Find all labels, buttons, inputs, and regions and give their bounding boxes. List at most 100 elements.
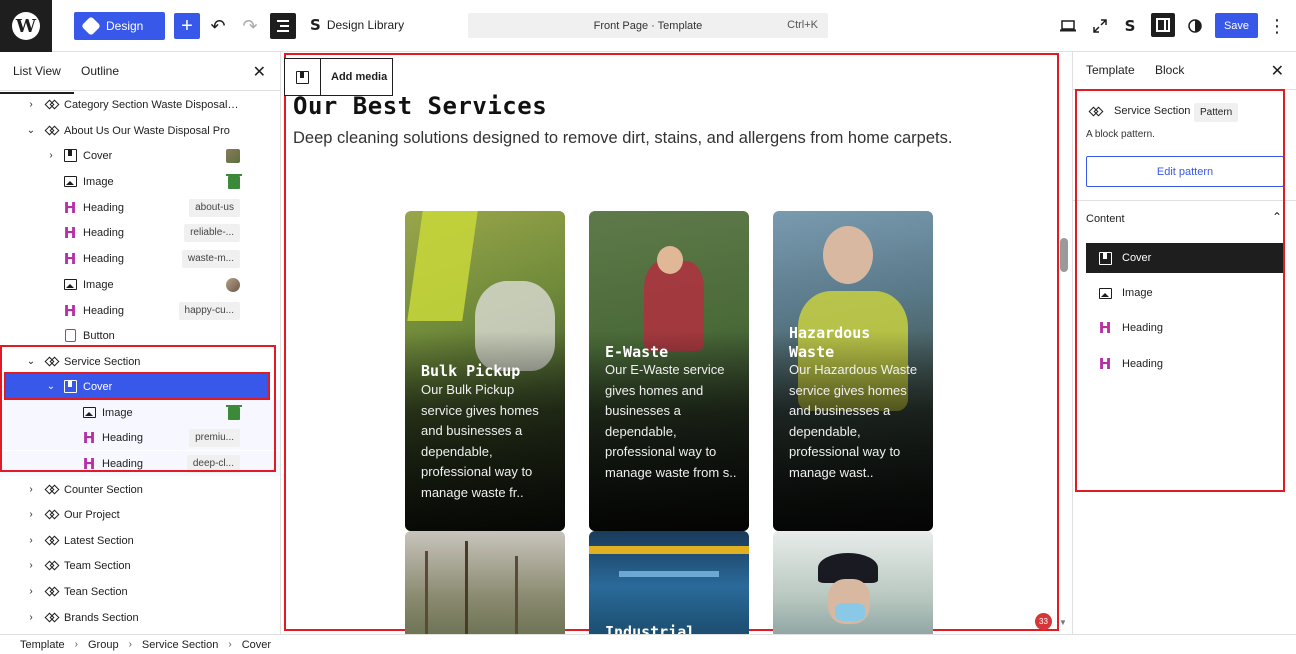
chevron-right-icon[interactable]: › [26,509,36,520]
list-item[interactable]: H Heading happy-cu... [0,298,280,323]
close-icon[interactable]: ✕ [1271,61,1284,81]
list-item[interactable]: H Heading deep-cl... [0,451,280,476]
undo-button[interactable]: ↶ [206,14,230,38]
tab-template[interactable]: Template [1086,63,1135,77]
edit-pattern-button[interactable]: Edit pattern [1086,156,1284,187]
anchor-tag: waste-m... [181,249,240,268]
section-heading[interactable]: Our Best Services [293,92,547,120]
card-description: Our E-Waste service gives homes and busi… [605,362,737,480]
list-item[interactable]: › Tean Section [0,579,280,604]
service-card-row2-1[interactable] [405,531,565,634]
editor-canvas[interactable]: Add media Our Best Services Deep cleanin… [282,52,1071,634]
chevron-right-icon[interactable]: › [26,99,36,110]
list-item[interactable]: H Heading premiu... [0,425,280,450]
list-item[interactable]: Button [0,323,280,348]
content-item-label: Heading [1122,358,1163,370]
save-button[interactable]: Save [1215,13,1258,38]
notification-badge[interactable]: 33 [1035,613,1052,630]
scroll-down-icon[interactable]: ▼ [1059,618,1067,627]
list-item[interactable]: Image [0,169,280,194]
tab-list-view[interactable]: List View [0,64,74,94]
design-library-button[interactable]: S Design Library [310,16,404,34]
content-item-heading[interactable]: H Heading [1086,349,1284,379]
card-image-detail [589,546,749,554]
card-title-line: Hazardous [789,324,871,342]
list-item-selected-cover[interactable]: ⌄ Cover [6,374,268,399]
chevron-down-icon[interactable]: ⌄ [26,125,36,136]
anchor-tag: about-us [189,198,240,217]
pattern-icon [45,611,59,625]
breadcrumb-item[interactable]: Service Section [142,639,218,651]
breadcrumb-item[interactable]: Cover [242,639,271,651]
block-inserter-button[interactable]: + [174,13,200,39]
options-button[interactable]: ⋮ [1268,14,1286,38]
list-item[interactable]: › Latest Section [0,528,280,553]
card-title: Bulk Pickup [421,362,521,380]
wordpress-logo-button[interactable]: W [0,0,52,52]
styles-button[interactable] [1183,14,1207,38]
card-image-detail [515,556,518,634]
list-item[interactable]: › Category Section Waste Disposal ... [0,92,280,117]
settings-sidebar-toggle[interactable] [1151,13,1175,37]
chevron-right-icon[interactable]: › [46,150,56,161]
list-item[interactable]: › Brands Section [0,605,280,630]
list-item[interactable]: ⌄ About Us Our Waste Disposal Pro [0,118,280,143]
list-item[interactable]: › Team Section [0,553,280,578]
card-title: Industrial [605,623,696,634]
chevron-right-icon[interactable]: › [26,586,36,597]
design-icon [81,16,101,36]
chevron-up-icon[interactable]: ⌃ [1272,210,1282,224]
list-item[interactable]: › Our Project [0,502,280,527]
tab-block[interactable]: Block [1155,63,1184,77]
list-item[interactable]: H Heading reliable-... [0,220,280,245]
list-item[interactable]: H Heading waste-m... [0,246,280,271]
list-view-icon [277,20,289,22]
chevron-down-icon[interactable]: ⌄ [46,381,56,392]
cover-icon [63,380,77,394]
list-item[interactable]: Image [0,272,280,297]
section-description[interactable]: Deep cleaning solutions designed to remo… [293,129,952,148]
settings-sidebar: Template Block ✕ Service Section Pattern… [1072,52,1296,634]
view-site-button[interactable] [1088,14,1112,38]
service-card-e-waste[interactable]: E-Waste Our E-Waste service gives homes … [589,211,749,531]
chevron-right-icon[interactable]: › [26,560,36,571]
more-vertical-icon: ⋮ [1268,15,1286,36]
chevron-right-icon[interactable]: › [26,612,36,623]
breadcrumb-item[interactable]: Group [88,639,119,651]
service-card-hazardous-waste[interactable]: Hazardous Waste Our Hazardous Waste serv… [773,211,933,531]
service-card-row2-3[interactable] [773,531,933,634]
image-icon [1098,286,1112,300]
chevron-right-icon[interactable]: › [26,484,36,495]
redo-button[interactable]: ↷ [238,14,262,38]
spectra-button[interactable]: S [1118,14,1142,38]
content-panel-header[interactable]: Content [1086,213,1125,225]
list-item[interactable]: › Cover [0,143,280,168]
chevron-right-icon[interactable]: › [26,535,36,546]
list-item[interactable]: Image [0,400,280,425]
canvas-scrollbar[interactable] [1060,238,1068,272]
cover-thumbnail [226,149,240,163]
half-circle-icon [1188,19,1202,33]
breadcrumb-item[interactable]: Template [20,639,65,651]
pattern-icon [45,124,59,138]
preview-button[interactable] [1056,14,1080,38]
content-item-heading[interactable]: H Heading [1086,313,1284,343]
design-button[interactable]: Design [74,12,165,40]
document-overview-button[interactable] [270,13,296,39]
close-icon[interactable]: ✕ [253,62,266,82]
add-media-button[interactable]: Add media [284,58,393,96]
service-card-industrial[interactable]: Industrial [589,531,749,634]
chevron-down-icon[interactable]: ⌄ [26,356,36,367]
list-item[interactable]: H Heading about-us [0,195,280,220]
content-item-image[interactable]: Image [1086,278,1284,308]
list-item-label: Image [83,175,114,188]
chevron-right-icon: › [228,639,232,650]
tab-outline[interactable]: Outline [81,64,119,78]
list-item-service-section[interactable]: ⌄ Service Section [0,349,280,374]
list-item[interactable]: › Counter Section [0,477,280,502]
service-card-bulk-pickup[interactable]: Bulk Pickup Our Bulk Pickup service give… [405,211,565,531]
command-palette-button[interactable]: Front Page · Template Ctrl+K [468,13,828,38]
card-image-detail [425,551,428,634]
content-item-cover[interactable]: Cover [1086,243,1284,273]
list-item-label: Team Section [64,559,131,572]
